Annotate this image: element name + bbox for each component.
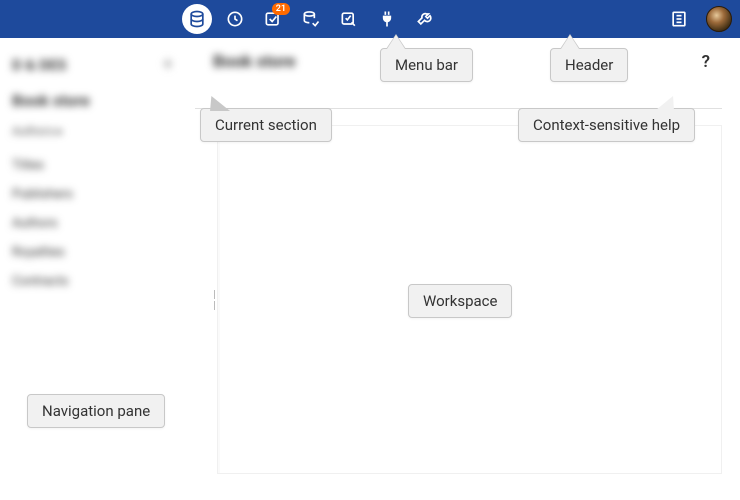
callout-label: Workspace xyxy=(423,292,497,310)
wrench-icon[interactable] xyxy=(406,0,444,38)
avatar[interactable] xyxy=(706,6,732,32)
panel-icon[interactable] xyxy=(660,0,698,38)
navigation-pane: D & DES + Book store Authors ▸ Titles Pu… xyxy=(0,38,185,500)
add-icon[interactable]: + xyxy=(163,54,173,75)
callout-navigation: Navigation pane xyxy=(27,394,165,428)
nav-item[interactable]: Titles xyxy=(12,158,173,173)
database-icon[interactable] xyxy=(178,0,216,38)
callout-label: Context-sensitive help xyxy=(533,116,680,134)
section-title[interactable]: Book store xyxy=(12,91,173,110)
callout-current-section: Current section xyxy=(200,108,332,142)
nav-item[interactable]: Publishers xyxy=(12,187,173,202)
section-bar xyxy=(195,86,722,108)
project-label: D & DES xyxy=(12,56,67,74)
nav-item[interactable]: Contracts xyxy=(12,274,173,289)
history-icon[interactable] xyxy=(216,0,254,38)
callout-header: Header xyxy=(550,48,628,82)
callout-label: Header xyxy=(565,56,613,74)
callout-workspace: Workspace xyxy=(408,284,512,318)
page-title: Book store xyxy=(213,52,295,72)
callout-menubar: Menu bar xyxy=(380,48,473,82)
section-sub[interactable]: Authors ▸ xyxy=(12,124,173,138)
resize-handle-icon[interactable] xyxy=(214,290,217,310)
check-badge-icon[interactable]: 21 xyxy=(254,0,292,38)
menu-bar: 21 xyxy=(0,0,740,38)
callout-label: Navigation pane xyxy=(42,402,150,420)
check-edit-icon[interactable] xyxy=(330,0,368,38)
badge-count: 21 xyxy=(272,3,290,15)
db-run-icon[interactable] xyxy=(292,0,330,38)
nav-item[interactable]: Royalties xyxy=(12,245,173,260)
callout-label: Menu bar xyxy=(395,56,458,74)
plug-icon[interactable] xyxy=(368,0,406,38)
menubar-icons: 21 xyxy=(178,0,444,38)
nav-item[interactable]: Authors xyxy=(12,216,173,231)
callout-context-help: Context-sensitive help xyxy=(518,108,695,142)
callout-label: Current section xyxy=(215,116,317,134)
help-button[interactable]: ? xyxy=(696,48,716,76)
